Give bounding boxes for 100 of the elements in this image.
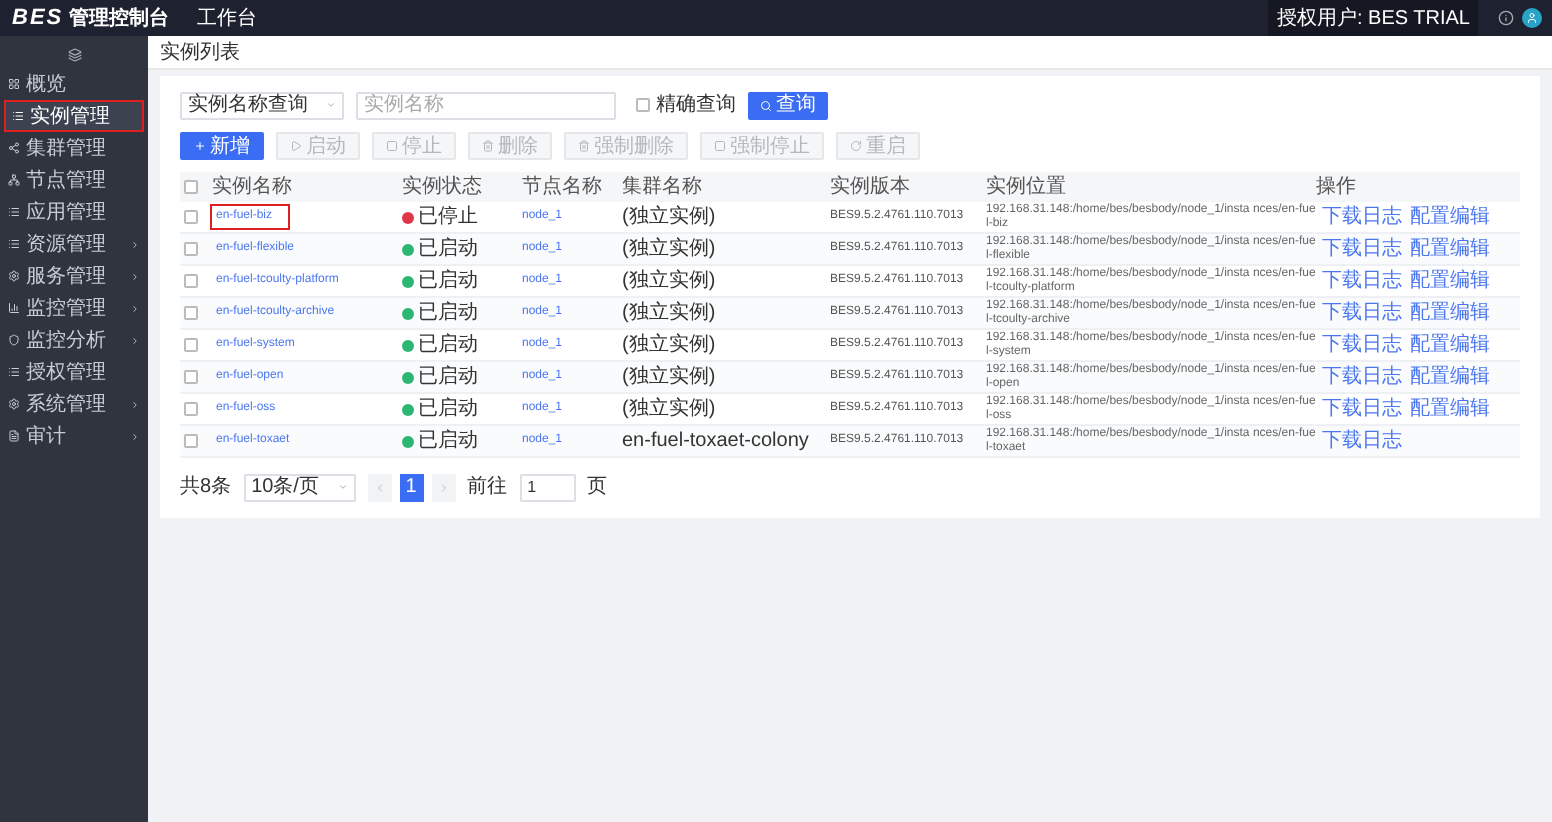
column-header: 操作 bbox=[1316, 174, 1358, 202]
chevron-icon bbox=[326, 100, 336, 110]
prev-page-button[interactable] bbox=[367, 473, 392, 501]
nav-link[interactable]: 工作台 bbox=[197, 3, 258, 33]
status-text: 已启动 bbox=[418, 331, 478, 360]
info-icon[interactable] bbox=[1498, 10, 1514, 26]
trash-icon bbox=[578, 140, 590, 152]
sidebar-item[interactable]: 监控分析 bbox=[0, 324, 148, 356]
page-field[interactable]: 1 bbox=[519, 473, 576, 501]
action-link[interactable]: 下载日志 bbox=[1322, 330, 1402, 360]
breadcrumb: 实例列表 bbox=[160, 39, 240, 67]
chart-icon bbox=[8, 302, 20, 314]
checkbox[interactable] bbox=[184, 274, 198, 288]
status-text: 已启动 bbox=[418, 427, 478, 456]
chevron-left-icon bbox=[373, 481, 386, 493]
table-cell-text: (独立实例) bbox=[622, 267, 718, 296]
toolbar-button[interactable]: 新增 bbox=[180, 132, 264, 160]
app-title: 管理控制台 bbox=[69, 5, 170, 33]
checkbox-label: 精确查询 bbox=[656, 91, 736, 120]
play-icon bbox=[290, 140, 302, 152]
logo: BES bbox=[12, 3, 64, 34]
action-link[interactable]: 配置编辑 bbox=[1410, 330, 1490, 360]
goto-label: 前往 bbox=[467, 473, 508, 502]
list-icon bbox=[8, 366, 20, 378]
list-icon bbox=[8, 206, 20, 218]
action-link[interactable]: 配置编辑 bbox=[1410, 266, 1490, 296]
search-icon bbox=[760, 99, 772, 111]
chevron-icon bbox=[130, 239, 140, 249]
layers-icon[interactable] bbox=[67, 47, 81, 61]
action-link[interactable]: 配置编辑 bbox=[1410, 202, 1490, 232]
sidebar-item[interactable]: 集群管理 bbox=[0, 132, 148, 164]
status-text: 已停止 bbox=[418, 203, 478, 232]
sidebar-item[interactable]: 审计 bbox=[0, 420, 148, 452]
sidebar-item[interactable]: 系统管理 bbox=[0, 388, 148, 420]
action-link[interactable]: 下载日志 bbox=[1322, 394, 1402, 424]
status-text: 已启动 bbox=[418, 235, 478, 264]
action-link[interactable]: 下载日志 bbox=[1322, 426, 1402, 456]
checkbox[interactable] bbox=[184, 338, 198, 352]
page-unit: 页 bbox=[587, 474, 608, 502]
network-icon bbox=[8, 174, 20, 186]
action-link[interactable]: 配置编辑 bbox=[1410, 362, 1490, 392]
action-link[interactable]: 下载日志 bbox=[1322, 234, 1402, 264]
chevron-icon bbox=[130, 431, 140, 441]
license-label: 授权用户: BES TRIAL bbox=[1268, 0, 1478, 36]
chevron-icon bbox=[130, 303, 140, 313]
sidebar-item[interactable]: 应用管理 bbox=[0, 196, 148, 228]
action-link[interactable]: 下载日志 bbox=[1322, 266, 1402, 296]
search-field[interactable]: 实例名称 bbox=[356, 91, 616, 119]
column-header: 实例名称 bbox=[212, 173, 294, 202]
sidebar-item[interactable]: 资源管理 bbox=[0, 228, 148, 260]
column-header: 实例位置 bbox=[986, 173, 1068, 202]
stop-icon bbox=[386, 140, 398, 152]
checkbox[interactable] bbox=[184, 306, 198, 320]
chevron-icon bbox=[130, 335, 140, 345]
list-icon bbox=[12, 110, 24, 122]
checkbox[interactable] bbox=[184, 180, 198, 194]
action-link[interactable]: 下载日志 bbox=[1322, 362, 1402, 392]
checkbox[interactable] bbox=[184, 402, 198, 416]
action-link[interactable]: 配置编辑 bbox=[1410, 234, 1490, 264]
status-text: 已启动 bbox=[418, 299, 478, 328]
grid-icon bbox=[8, 78, 20, 90]
trash-icon bbox=[482, 140, 494, 152]
action-link[interactable]: 下载日志 bbox=[1322, 202, 1402, 232]
chevron-right-icon bbox=[437, 481, 450, 493]
list-icon bbox=[8, 238, 20, 250]
next-page-button[interactable] bbox=[431, 473, 456, 501]
column-header: 实例状态 bbox=[402, 173, 484, 202]
shield-icon bbox=[8, 334, 20, 346]
total-count: 共8条 bbox=[180, 473, 232, 502]
plus-icon bbox=[194, 140, 206, 152]
gear-icon bbox=[8, 270, 20, 282]
column-header: 集群名称 bbox=[622, 174, 704, 202]
query-type-select[interactable]: 实例名称查询 bbox=[180, 91, 344, 119]
query-button[interactable]: 查询 bbox=[748, 91, 828, 119]
action-link[interactable]: 配置编辑 bbox=[1410, 298, 1490, 328]
page-size-select[interactable]: 10条/页 bbox=[243, 473, 356, 501]
column-header: 节点名称 bbox=[522, 173, 604, 202]
checkbox[interactable] bbox=[184, 370, 198, 384]
checkbox[interactable] bbox=[184, 434, 198, 448]
table-cell-text: en-fuel-toxaet-colony bbox=[622, 428, 811, 456]
sidebar-item[interactable]: 概览 bbox=[0, 68, 148, 100]
checkbox[interactable] bbox=[184, 242, 198, 256]
gear-icon bbox=[8, 398, 20, 410]
document-icon bbox=[8, 430, 20, 442]
action-link[interactable]: 配置编辑 bbox=[1410, 394, 1490, 424]
checkbox[interactable] bbox=[636, 98, 650, 112]
sidebar-item[interactable]: 监控管理 bbox=[0, 292, 148, 324]
sidebar-item[interactable]: 授权管理 bbox=[0, 356, 148, 388]
status-text: 已启动 bbox=[418, 267, 478, 296]
table-cell-text: (独立实例) bbox=[622, 299, 718, 328]
action-link[interactable]: 下载日志 bbox=[1322, 298, 1402, 328]
sidebar-item[interactable]: 节点管理 bbox=[0, 164, 148, 196]
column-header: 实例版本 bbox=[830, 173, 912, 202]
share-icon bbox=[8, 142, 20, 154]
sidebar-item[interactable]: 服务管理 bbox=[0, 260, 148, 292]
avatar-icon[interactable] bbox=[1522, 8, 1542, 28]
page-button[interactable]: 1 bbox=[399, 473, 424, 501]
checkbox[interactable] bbox=[184, 210, 198, 224]
sidebar-item[interactable]: 实例管理 bbox=[4, 100, 144, 132]
table-cell-text: (独立实例) bbox=[622, 363, 718, 392]
